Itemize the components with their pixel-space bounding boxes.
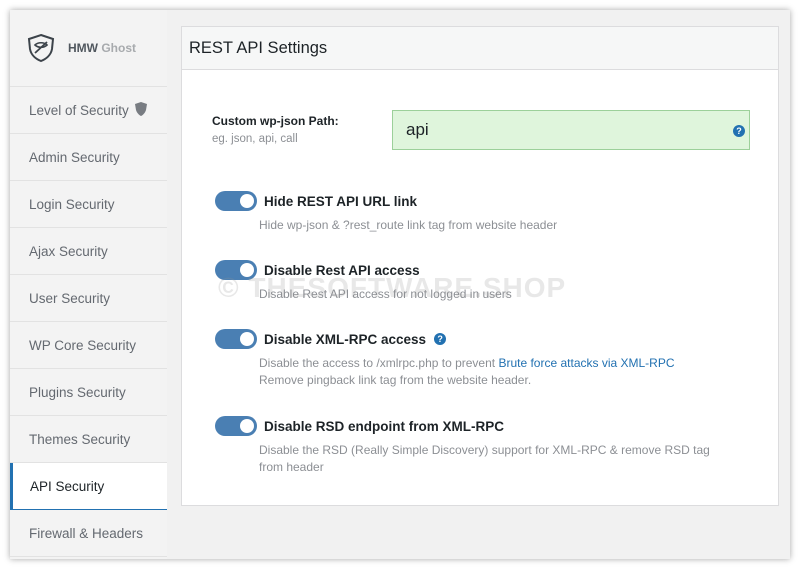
brute-force-link[interactable]: Brute force attacks via XML-RPC (498, 356, 674, 370)
option-disable-rsd-endpoint: Disable RSD endpoint from XML-RPC Disabl… (215, 416, 735, 476)
sidebar-item-user-security[interactable]: User Security (10, 275, 167, 322)
wp-json-path-row: Custom wp-json Path: eg. json, api, call… (212, 110, 772, 150)
brand-name-light: Ghost (101, 41, 137, 55)
option-disable-xml-rpc-access: Disable XML-RPC access ? Disable the acc… (215, 329, 735, 389)
app-window: HMW Ghost Level of Security Admin Securi… (10, 10, 790, 559)
sidebar-item-login-security[interactable]: Login Security (10, 181, 167, 228)
sidebar-item-plugins-security[interactable]: Plugins Security (10, 369, 167, 416)
sidebar-item-label: WP Core Security (29, 337, 137, 353)
sidebar-item-label: Ajax Security (29, 243, 108, 259)
sidebar-item-label: User Security (29, 290, 111, 306)
sidebar-item-ajax-security[interactable]: Ajax Security (10, 228, 167, 275)
watermark-text: © THESOFTWARE.SHOP (218, 272, 567, 303)
sidebar-item-label: API Security (30, 478, 105, 494)
panel-title: REST API Settings (182, 27, 778, 70)
option-description: Disable the access to /xmlrpc.php to pre… (259, 355, 735, 389)
brand-name: HMW Ghost (68, 41, 136, 55)
brand-name-main: HMW (68, 41, 98, 55)
option-title: Disable RSD endpoint from XML-RPC (264, 418, 505, 434)
sidebar-item-label: Login Security (29, 196, 115, 212)
sidebar: HMW Ghost Level of Security Admin Securi… (10, 10, 167, 559)
ghost-shield-icon (26, 33, 56, 63)
wp-json-path-input[interactable]: api ? (392, 110, 750, 150)
option-title: Hide REST API URL link (264, 193, 418, 209)
option-hide-rest-api-url-link: Hide REST API URL link Hide wp-json & ?r… (215, 191, 735, 234)
option-description: Disable the RSD (Really Simple Discovery… (259, 443, 710, 474)
sidebar-item-label: Plugins Security (29, 384, 126, 400)
sidebar-item-label: Admin Security (29, 149, 120, 165)
sidebar-item-label: Level of Security (29, 102, 129, 118)
help-icon[interactable]: ? (434, 333, 447, 345)
help-icon[interactable]: ? (733, 125, 745, 137)
sidebar-item-wp-core-security[interactable]: WP Core Security (10, 322, 167, 369)
shield-icon (134, 101, 147, 119)
sidebar-item-level-of-security[interactable]: Level of Security (10, 87, 167, 134)
rest-api-settings-panel: REST API Settings Custom wp-json Path: e… (181, 26, 779, 506)
sidebar-item-label: Firewall & Headers (29, 525, 144, 541)
option-description: Hide wp-json & ?rest_route link tag from… (259, 218, 558, 232)
sidebar-item-label: Themes Security (29, 431, 131, 447)
wp-json-path-value: api (406, 120, 429, 139)
option-description-text: Disable the access to /xmlrpc.php to pre… (259, 356, 499, 370)
option-description-line2: Remove pingback link tag from the websit… (259, 373, 532, 387)
sidebar-item-themes-security[interactable]: Themes Security (10, 416, 167, 463)
sidebar-item-firewall-headers[interactable]: Firewall & Headers (10, 510, 167, 557)
brand-logo: HMW Ghost (10, 10, 167, 87)
hide-rest-api-url-toggle[interactable] (215, 191, 257, 211)
disable-xml-rpc-access-toggle[interactable] (215, 329, 257, 349)
sidebar-item-admin-security[interactable]: Admin Security (10, 134, 167, 181)
disable-rsd-endpoint-toggle[interactable] (215, 416, 257, 436)
option-title: Disable XML-RPC access (264, 331, 427, 347)
sidebar-item-api-security[interactable]: API Security (10, 463, 167, 510)
